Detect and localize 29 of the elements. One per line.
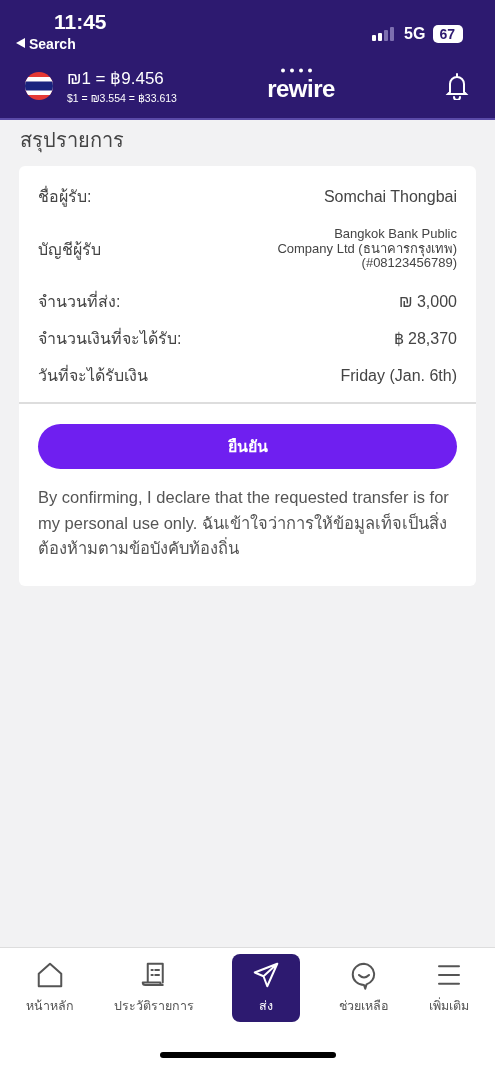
field-value: Somchai Thongbai <box>323 187 457 206</box>
field-value: Friday (Jan. 6th) <box>340 366 457 385</box>
field-value: Bangkok Bank Public Company Ltd (ธนาคารกรุงเทพ) (#08123456789) <box>277 226 457 272</box>
status-time: 11:45 <box>54 10 107 34</box>
battery-indicator: 67 <box>433 25 463 43</box>
network-label: 5G <box>404 25 426 43</box>
field-label: จำนวนเงินที่จะได้รับ: <box>38 327 182 349</box>
signal-icon <box>372 27 397 41</box>
field-label: จำนวนที่ส่ง: <box>38 290 121 312</box>
thai-flag-icon <box>25 72 53 100</box>
field-label: วันที่จะได้รับเงิน <box>38 364 148 386</box>
back-link[interactable]: Search <box>29 36 76 52</box>
field-value: ₪ 3,000 <box>398 292 457 311</box>
nav-tab[interactable]: ช่วยเหลือ <box>336 954 391 1022</box>
nav-tab[interactable]: เพิ่มเติม <box>426 954 471 1022</box>
field-label: บัญชีผู้รับ <box>38 239 101 262</box>
section-title: สรุปรายการ <box>20 128 125 155</box>
nav-tab[interactable]: ประวัติรายการ <box>112 954 197 1022</box>
nav-tab[interactable]: หน้าหลัก <box>24 954 77 1022</box>
confirm-button[interactable]: ยืนยัน <box>38 424 457 469</box>
app-logo: rewire <box>267 69 335 103</box>
notification-bell-icon[interactable] <box>445 72 469 100</box>
back-triangle-icon <box>16 38 25 48</box>
field-value: ฿ 28,370 <box>393 329 457 348</box>
exchange-rate: ₪1 = ฿9.456 <box>67 68 165 89</box>
nav-tab[interactable]: ส่ง <box>232 954 301 1022</box>
exchange-rate-detail: $1 = ₪3.554 = ฿33.613 <box>67 92 178 104</box>
disclaimer-text: By confirming, I declare that the requested transfer is for my personal use only. ฉันเข้าใจว่าการให้ข้อมูลเท็จเป็นสิ่งต้องห้ามตามข้อบังคับท้องถิ่น <box>38 487 450 560</box>
field-label: ชื่อผู้รับ: <box>38 185 92 209</box>
